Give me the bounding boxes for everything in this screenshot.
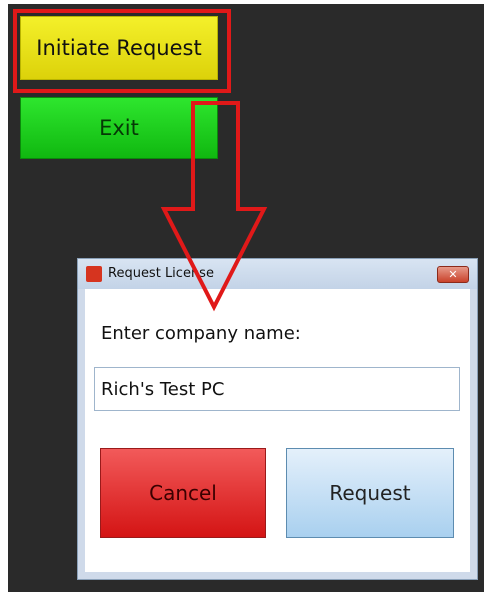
annotation-arrow — [160, 101, 268, 312]
